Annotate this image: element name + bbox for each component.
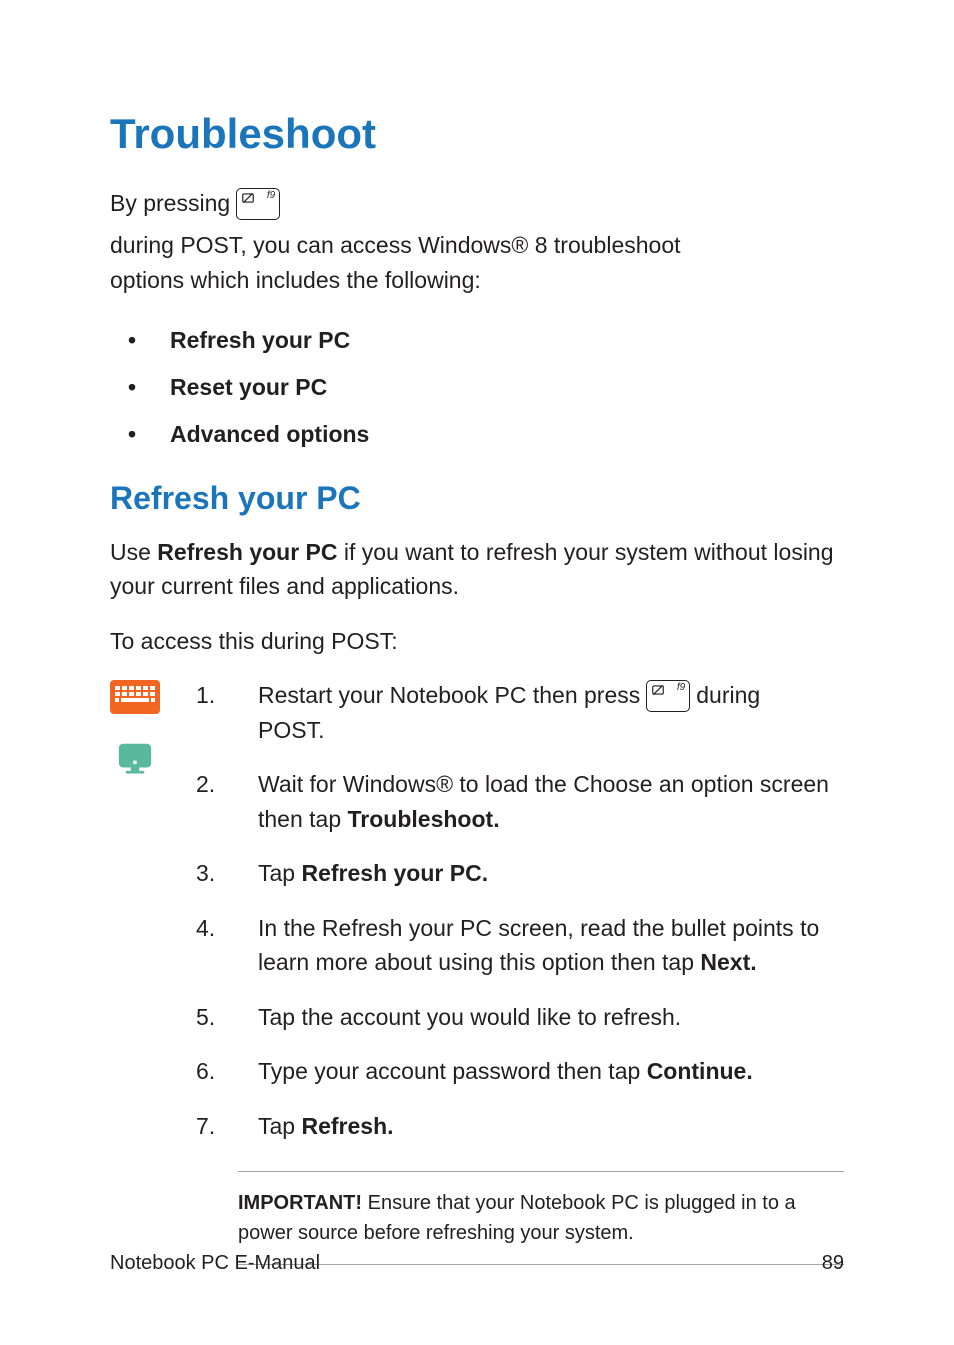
intro-text-before: By pressing: [110, 186, 230, 222]
disable-touchpad-icon: [651, 683, 665, 697]
step-2: 2. Wait for Windows® to load the Choose …: [196, 767, 844, 836]
bullet-reset: Reset your PC: [170, 374, 844, 401]
text-fragment: Use: [110, 539, 157, 565]
text-bold: Continue.: [647, 1058, 753, 1084]
text-bold: Refresh your PC: [157, 539, 337, 565]
key-label: f9: [677, 683, 685, 693]
step-text: Type your account password then tap: [258, 1058, 647, 1084]
step-text: Restart your Notebook PC then press: [258, 678, 640, 713]
step-5: 5. Tap the account you would like to ref…: [196, 1000, 844, 1035]
keyboard-icon: [110, 680, 160, 714]
step-text: during: [696, 678, 760, 713]
step-1: 1. Restart your Notebook PC then press f…: [196, 678, 844, 747]
text-bold: Next.: [700, 949, 756, 975]
page-footer: Notebook PC E-Manual 89: [110, 1252, 844, 1275]
footer-left: Notebook PC E-Manual: [110, 1252, 320, 1275]
text-bold: Troubleshoot.: [348, 806, 500, 832]
step-text: Tap: [258, 1113, 301, 1139]
step-number: 4.: [196, 911, 220, 980]
bullet-list: Refresh your PC Reset your PC Advanced o…: [170, 327, 844, 448]
section-subhead: Refresh your PC: [110, 480, 844, 517]
steps-list: 1. Restart your Notebook PC then press f…: [196, 678, 844, 1163]
text-bold: Refresh your PC.: [301, 860, 488, 886]
step-number: 7.: [196, 1109, 220, 1144]
steps-area: 1. Restart your Notebook PC then press f…: [110, 678, 844, 1163]
step-text: Tap the account you would like to refres…: [258, 1000, 844, 1035]
icons-column: [110, 678, 168, 1163]
footer-page-number: 89: [822, 1252, 844, 1275]
step-number: 2.: [196, 767, 220, 836]
step-number: 1.: [196, 678, 220, 747]
step-text: Wait for Windows® to load the Choose an …: [258, 771, 829, 832]
key-label: f9: [267, 191, 275, 201]
refresh-description: Use Refresh your PC if you want to refre…: [110, 535, 844, 604]
monitor-icon: [110, 742, 160, 776]
page-title: Troubleshoot: [110, 110, 844, 158]
note-label: IMPORTANT!: [238, 1192, 362, 1214]
step-6: 6. Type your account password then tap C…: [196, 1054, 844, 1089]
intro-text-after: during POST, you can access Windows® 8 t…: [110, 228, 681, 264]
step-number: 3.: [196, 856, 220, 891]
step-text: Tap: [258, 860, 301, 886]
text-bold: Refresh.: [301, 1113, 393, 1139]
access-line: To access this during POST:: [110, 624, 844, 659]
step-number: 5.: [196, 1000, 220, 1035]
step-4: 4. In the Refresh your PC screen, read t…: [196, 911, 844, 980]
intro-paragraph: By pressing f9 during POST, you can acce…: [110, 186, 844, 299]
step-number: 6.: [196, 1054, 220, 1089]
disable-touchpad-icon: [241, 191, 255, 205]
f9-key-icon: f9: [646, 680, 690, 712]
step-3: 3. Tap Refresh your PC.: [196, 856, 844, 891]
step-text: POST.: [258, 717, 324, 743]
f9-key-icon: f9: [236, 188, 280, 220]
intro-text-line2: options which includes the following:: [110, 263, 844, 299]
bullet-advanced: Advanced options: [170, 421, 844, 448]
step-7: 7. Tap Refresh.: [196, 1109, 844, 1144]
bullet-refresh: Refresh your PC: [170, 327, 844, 354]
